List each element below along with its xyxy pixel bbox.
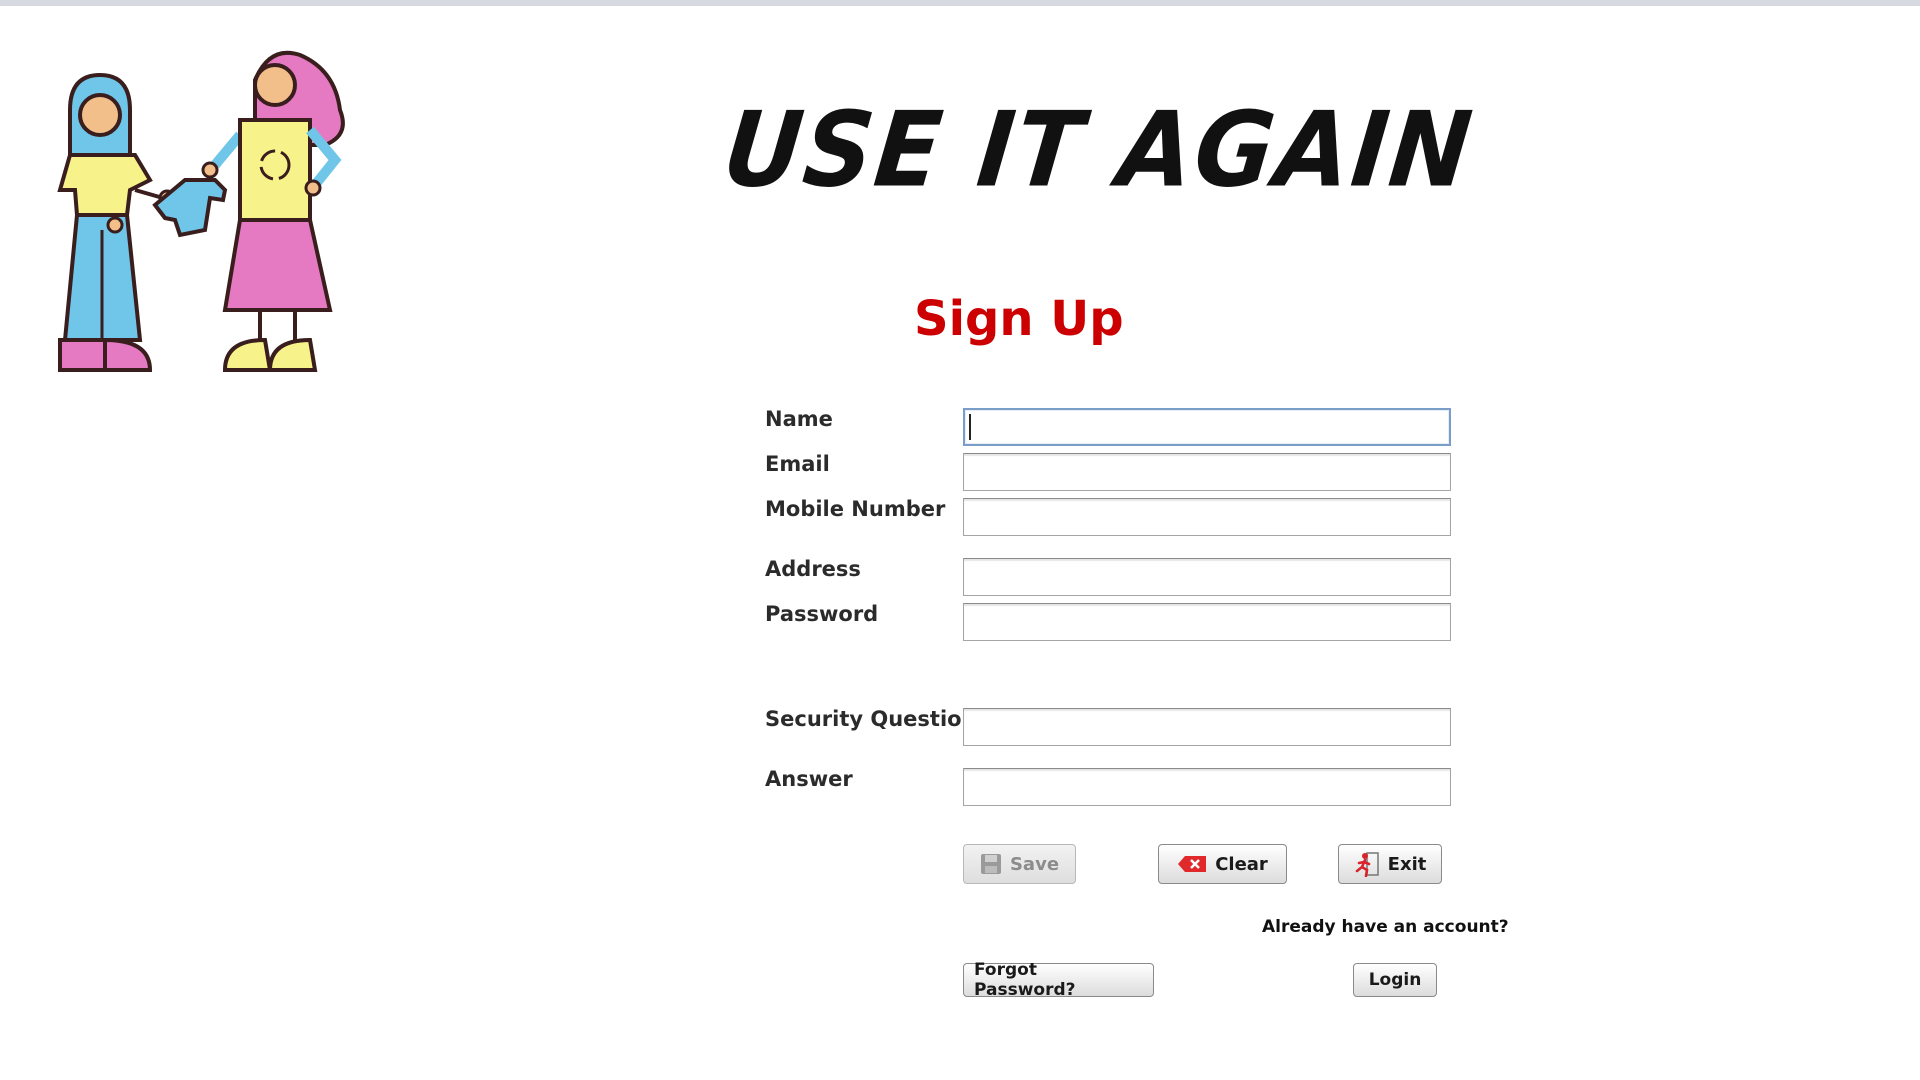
address-label: Address	[765, 557, 861, 581]
security-question-field[interactable]	[963, 708, 1451, 746]
address-field[interactable]	[963, 558, 1451, 596]
forgot-password-button[interactable]: Forgot Password?	[963, 960, 1154, 1000]
mobile-number-label: Mobile Number	[765, 497, 946, 521]
save-button[interactable]: Save	[963, 844, 1076, 884]
answer-field[interactable]	[963, 768, 1451, 806]
text-caret	[969, 414, 971, 440]
window-top-bar	[0, 0, 1920, 6]
answer-label: Answer	[765, 767, 853, 791]
page-title: Sign Up	[914, 291, 1124, 347]
clear-label: Clear	[1215, 853, 1268, 875]
brand-title: USE IT AGAIN	[717, 89, 1479, 211]
password-field[interactable]	[963, 603, 1451, 641]
email-label: Email	[765, 452, 830, 476]
email-field[interactable]	[963, 453, 1451, 491]
exit-button[interactable]: Exit	[1338, 844, 1442, 884]
eraser-x-icon	[1178, 856, 1207, 872]
floppy-disk-icon	[980, 854, 1001, 874]
clothes-exchange-illustration	[57, 50, 345, 372]
mobile-number-field[interactable]	[963, 498, 1451, 536]
running-exit-icon	[1355, 852, 1379, 877]
login-button[interactable]: Login	[1353, 963, 1437, 997]
security-question-label: Security Question	[765, 707, 977, 731]
save-label: Save	[1009, 853, 1060, 875]
exit-label: Exit	[1387, 853, 1427, 875]
password-label: Password	[765, 602, 879, 626]
name-label: Name	[765, 407, 833, 431]
name-field[interactable]	[963, 408, 1451, 446]
account-prompt: Already have an account?	[1262, 917, 1509, 937]
clear-button[interactable]: Clear	[1158, 844, 1287, 884]
